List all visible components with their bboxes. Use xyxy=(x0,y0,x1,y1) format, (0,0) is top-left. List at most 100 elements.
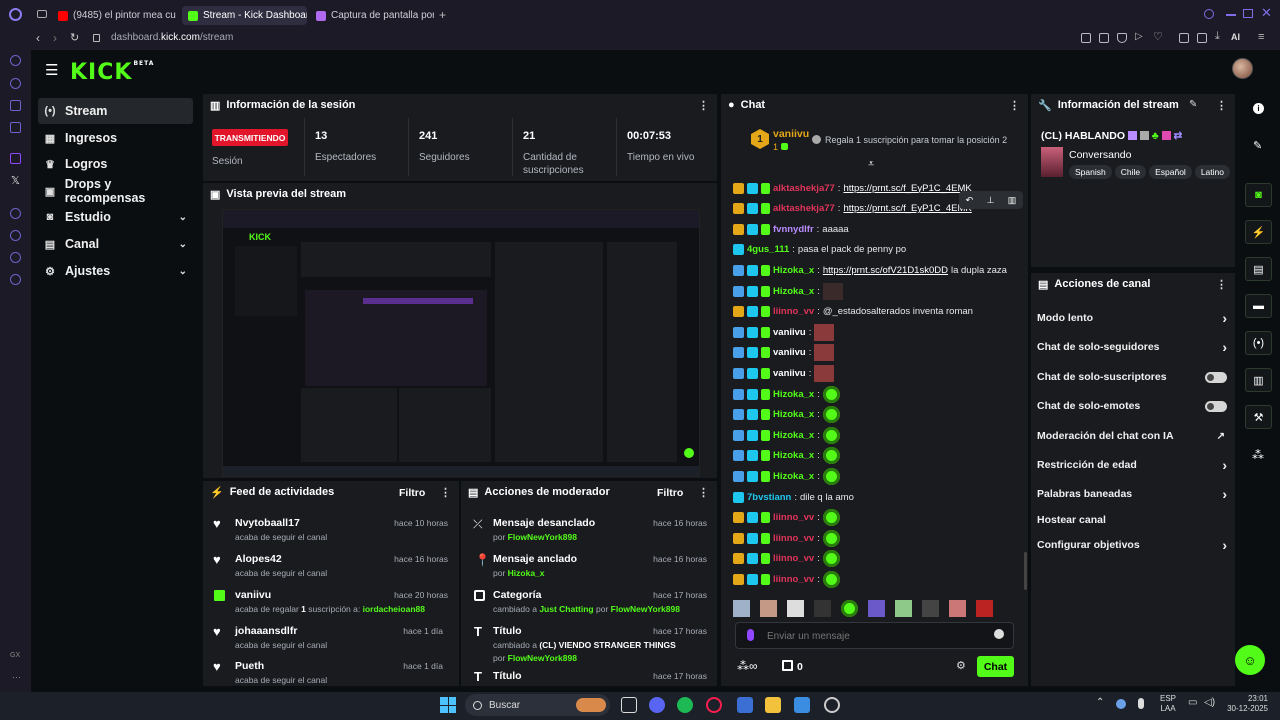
reload-icon[interactable]: ↻ xyxy=(70,31,79,44)
chat-username[interactable]: 4gus_111 xyxy=(747,244,789,255)
snapshot-icon[interactable] xyxy=(1099,33,1109,43)
chat-username[interactable]: liinno_vv xyxy=(773,533,814,544)
history-icon[interactable] xyxy=(10,230,21,241)
category-thumbnail[interactable] xyxy=(1041,147,1063,177)
taskbar-search[interactable]: Buscar xyxy=(465,694,610,716)
mod-category[interactable]: Just Chatting xyxy=(539,604,593,614)
category-name[interactable]: Conversando xyxy=(1069,149,1131,161)
kick-logo[interactable]: KICKBETA xyxy=(70,60,154,85)
search-tabs-icon[interactable] xyxy=(1204,9,1214,19)
emotes-only-toggle[interactable] xyxy=(1205,400,1227,412)
chat-message[interactable]: alktashekja77: https://prnt.sc/f_EyP1C_4E… xyxy=(733,200,972,218)
top-gifter-name[interactable]: vaniivu xyxy=(773,128,809,140)
chat-message[interactable]: 7bvstiann: dile q la amo xyxy=(733,488,854,506)
pin-icon[interactable] xyxy=(1081,33,1091,43)
gift-recipient[interactable]: iordacheioan88 xyxy=(363,604,425,614)
chat-message[interactable]: Hizoka_x: xyxy=(733,447,840,465)
nav-stream[interactable]: (•) Stream xyxy=(38,98,193,124)
forward-button[interactable]: › xyxy=(53,31,57,45)
chat-username[interactable]: Hizoka_x xyxy=(773,265,814,276)
tab-overview-icon[interactable] xyxy=(37,10,47,18)
emote[interactable] xyxy=(733,599,750,617)
edit-icon[interactable]: ✎ xyxy=(1189,99,1197,110)
filter-button[interactable]: Filtro xyxy=(399,487,425,499)
chat-username[interactable]: fvnnydlfr xyxy=(773,224,814,235)
chat-message[interactable]: Hizoka_x: xyxy=(733,426,840,444)
slow-mode-row[interactable]: Modo lento › xyxy=(1037,310,1227,326)
info-icon[interactable]: i xyxy=(1253,103,1264,114)
banned-words-row[interactable]: Palabras baneadas › xyxy=(1037,486,1227,502)
chat-message[interactable]: Hizoka_x: xyxy=(733,282,843,300)
chat-username[interactable]: liinno_vv xyxy=(773,553,814,564)
emote[interactable] xyxy=(822,550,840,568)
filter-button[interactable]: Filtro xyxy=(657,487,683,499)
emote[interactable] xyxy=(822,406,840,424)
twitch-icon[interactable] xyxy=(10,153,21,164)
subs-only-toggle[interactable] xyxy=(1205,371,1227,383)
sidebar-app-icon[interactable] xyxy=(10,78,21,89)
clock[interactable]: 23:01 30-12-2025 xyxy=(1224,694,1268,714)
chat-username[interactable]: Hizoka_x xyxy=(773,450,814,461)
chat-message[interactable]: fvnnydlfr: aaaaa xyxy=(733,220,849,238)
mod-user[interactable]: FlowNewYork898 xyxy=(611,604,680,614)
emotes-only-row[interactable]: Chat de solo-emotes xyxy=(1037,400,1227,412)
tab-youtube[interactable]: (9485) el pintor mea culpa xyxy=(58,6,176,25)
chat-message-field[interactable] xyxy=(767,628,977,644)
send-chat-button[interactable]: Chat xyxy=(977,656,1014,677)
more-options-icon[interactable]: ⋮ xyxy=(698,99,709,112)
more-options-icon[interactable]: ⋮ xyxy=(440,486,451,499)
mic-tray-icon[interactable] xyxy=(1138,698,1144,709)
emote[interactable] xyxy=(822,509,840,527)
quick-action-camera-icon[interactable]: ◙ xyxy=(1245,183,1272,207)
chat-username[interactable]: alktashekja77 xyxy=(773,183,835,194)
tray-app-icon[interactable] xyxy=(1116,699,1126,709)
emote[interactable] xyxy=(822,385,840,403)
opera-gx-icon[interactable] xyxy=(706,697,722,713)
mic-icon[interactable] xyxy=(747,629,754,641)
chat-settings-icon[interactable]: ⚙ xyxy=(956,659,966,672)
emote[interactable] xyxy=(822,426,840,444)
mod-user[interactable]: FlowNewYork898 xyxy=(508,653,577,663)
chat-username[interactable]: alktashekja77 xyxy=(773,203,835,214)
chat-username[interactable]: vaniivu xyxy=(773,327,806,338)
start-button[interactable] xyxy=(440,697,456,713)
goals-row[interactable]: Configurar objetivos › xyxy=(1037,537,1227,553)
gx-icon[interactable]: GX xyxy=(10,652,20,659)
tab-kick-dashboard[interactable]: Stream - Kick Dashboard xyxy=(182,6,307,25)
chat-message[interactable]: liinno_vv: xyxy=(733,570,840,588)
emote[interactable] xyxy=(949,599,966,617)
pin-icon[interactable]: ⊥ xyxy=(987,195,995,206)
nav-canal[interactable]: ▤ Canal ⌄ xyxy=(38,231,193,257)
host-channel-row[interactable]: Hostear canal xyxy=(1037,514,1227,526)
emote[interactable] xyxy=(822,282,843,300)
chat-username[interactable]: Hizoka_x xyxy=(773,286,814,297)
opera-logo-icon[interactable] xyxy=(9,8,22,21)
more-options-icon[interactable]: ⋮ xyxy=(1216,278,1227,291)
stream-preview-video[interactable]: KICK xyxy=(222,209,700,477)
chat-username[interactable]: Hizoka_x xyxy=(773,409,814,420)
chat-message[interactable]: liinno_vv: xyxy=(733,529,840,547)
chat-message[interactable]: 4gus_111: pasa el pack de penny po xyxy=(733,241,906,259)
emote[interactable] xyxy=(976,599,993,617)
download-icon[interactable]: ⤓ xyxy=(1215,30,1220,43)
quick-action-wrench-icon[interactable]: ⚒ xyxy=(1245,405,1272,429)
settings-icon[interactable] xyxy=(10,274,21,285)
emote[interactable] xyxy=(922,599,939,617)
tag[interactable]: Chile xyxy=(1114,165,1147,179)
chat-message[interactable]: Hizoka_x: https://prnt.sc/ofV21D1sk0DD la… xyxy=(733,261,1007,279)
chat-message[interactable]: vaniivu: xyxy=(733,364,835,382)
emote[interactable] xyxy=(822,529,840,547)
nav-estudio[interactable]: ◙ Estudio ⌄ xyxy=(38,204,193,230)
mod-user[interactable]: FlowNewYork898 xyxy=(508,532,577,542)
spotify-icon[interactable] xyxy=(677,697,693,713)
mod-user[interactable]: Hizoka_x xyxy=(508,568,545,578)
subs-only-row[interactable]: Chat de solo-suscriptores xyxy=(1037,371,1227,383)
avatar[interactable] xyxy=(1232,58,1253,79)
chat-username[interactable]: liinno_vv xyxy=(773,574,814,585)
emote[interactable] xyxy=(814,344,835,362)
emote[interactable] xyxy=(868,599,885,617)
chat-username[interactable]: Hizoka_x xyxy=(773,389,814,400)
volume-icon[interactable]: ◁) xyxy=(1204,697,1215,708)
chat-message[interactable]: vaniivu: xyxy=(733,344,835,362)
nav-ingresos[interactable]: ▦ Ingresos xyxy=(38,125,193,151)
